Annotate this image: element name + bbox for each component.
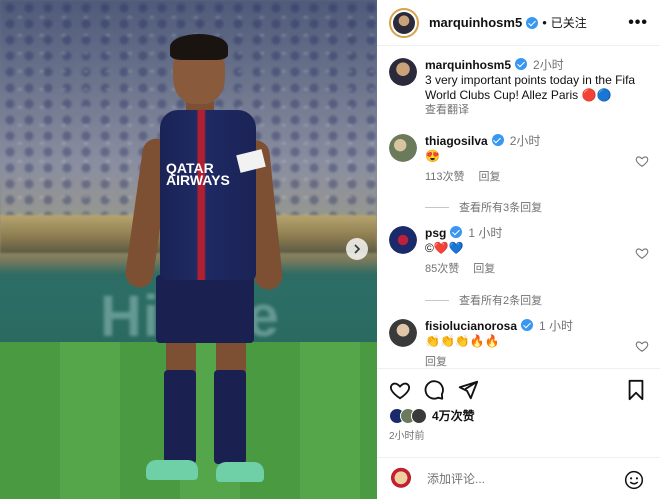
comment-text: 👏👏👏🔥🔥 (425, 334, 500, 348)
liker-avatar (411, 407, 427, 424)
comment-username[interactable]: psg (425, 226, 446, 240)
commenter-avatar[interactable] (389, 134, 417, 162)
post-panel: marquinhosm5 • 已关注 ••• marquinhosm5 2小时 3… (377, 0, 660, 499)
author-avatar[interactable] (389, 7, 419, 38)
verified-icon (515, 58, 528, 70)
follow-status-button[interactable]: 已关注 (551, 14, 587, 31)
carousel-next-button[interactable] (346, 238, 368, 260)
comment-time: 1 小时 (468, 226, 503, 240)
heart-icon[interactable] (389, 379, 411, 401)
author-username[interactable]: marquinhosm5 (429, 15, 522, 30)
view-replies-link[interactable]: 查看所有3条回复 (425, 199, 542, 215)
jersey (160, 110, 256, 280)
post-time: 2小时前 (389, 431, 425, 442)
heart-icon[interactable] (635, 154, 649, 168)
post-actions: 4万次赞 2小时前 (377, 368, 660, 499)
chevron-right-icon (354, 244, 361, 254)
author-avatar-small[interactable] (389, 58, 417, 86)
comment-time: 2小时 (509, 134, 541, 148)
comment-item: psg 1 小时 ©❤️💙 85次赞 回复 (389, 226, 649, 277)
more-icon[interactable]: ••• (628, 14, 648, 32)
comment-input[interactable] (427, 472, 607, 486)
caption-username[interactable]: marquinhosm5 (425, 58, 511, 72)
comment-username[interactable]: fisiolucianorosa (425, 319, 517, 333)
commenter-avatar[interactable] (389, 319, 417, 347)
reply-button[interactable]: 回复 (473, 263, 495, 275)
post-photo[interactable]: Hi nse QATAR AIRWAYS (0, 0, 377, 499)
emoji-avatar (389, 467, 413, 491)
caption-time: 2小时 (533, 58, 564, 72)
bookmark-icon[interactable] (625, 379, 647, 401)
jersey-sponsor: QATAR AIRWAYS (166, 160, 230, 188)
reply-button[interactable]: 回复 (425, 356, 447, 368)
verified-icon (491, 134, 504, 146)
heart-icon[interactable] (635, 339, 649, 353)
player-figure: QATAR AIRWAYS (120, 30, 290, 499)
likes-summary[interactable]: 4万次赞 (389, 407, 475, 424)
emoji-icon[interactable] (624, 470, 644, 490)
comment-item: fisiolucianorosa 1 小时 👏👏👏🔥🔥 回复 (389, 319, 649, 368)
comment-icon[interactable] (423, 379, 445, 401)
add-comment-bar (377, 457, 660, 499)
reply-button[interactable]: 回复 (479, 171, 501, 183)
comments-list: marquinhosm5 2小时 3 very important points … (377, 46, 660, 368)
comment-username[interactable]: thiagosilva (425, 134, 488, 148)
comment-likes[interactable]: 113次赞 (425, 171, 465, 183)
post-header: marquinhosm5 • 已关注 ••• (377, 0, 660, 46)
translate-link[interactable]: 查看翻译 (425, 103, 649, 118)
commenter-avatar[interactable] (389, 226, 417, 254)
verified-icon (526, 16, 539, 29)
comment-text: ©❤️💙 (425, 241, 464, 255)
comment-likes[interactable]: 85次赞 (425, 263, 459, 275)
verified-icon (521, 319, 534, 331)
caption: marquinhosm5 2小时 3 very important points … (389, 58, 649, 118)
caption-text: 3 very important points today in the Fif… (425, 73, 636, 102)
likes-count: 4万次赞 (432, 409, 475, 423)
share-icon[interactable] (457, 379, 479, 401)
comment-time: 1 小时 (539, 319, 574, 333)
comment-text: 😍 (425, 149, 440, 163)
verified-icon (450, 226, 463, 238)
view-replies-link[interactable]: 查看所有2条回复 (425, 292, 542, 308)
heart-icon[interactable] (635, 246, 649, 260)
comment-item: thiagosilva 2小时 😍 113次赞 回复 (389, 134, 649, 185)
